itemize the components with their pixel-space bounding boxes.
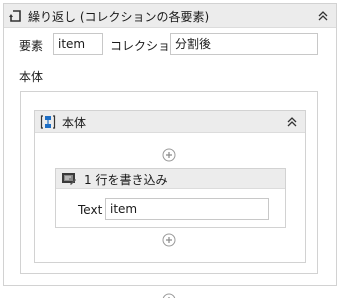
write-line-activity[interactable]: 1 行を書き込み Text item <box>55 168 286 228</box>
double-chevron-up-icon <box>318 11 328 21</box>
write-line-icon <box>61 171 77 187</box>
sequence-header[interactable]: 本体 <box>35 111 305 133</box>
write-line-header[interactable]: 1 行を書き込み <box>56 169 285 189</box>
collapse-sequence-button[interactable] <box>285 115 299 129</box>
foreach-loop-icon <box>8 8 24 24</box>
collapse-foreach-button[interactable] <box>316 9 330 23</box>
add-activity-icon[interactable] <box>162 293 176 298</box>
element-label: 要素 <box>19 39 44 53</box>
text-field[interactable]: item <box>105 198 269 220</box>
sequence-icon <box>40 114 56 130</box>
text-label: Text <box>78 203 103 217</box>
add-activity-icon[interactable] <box>162 148 176 162</box>
element-field[interactable]: item <box>53 33 103 55</box>
sequence-title: 本体 <box>62 116 87 130</box>
body-label: 本体 <box>19 70 44 84</box>
write-line-title: 1 行を書き込み <box>84 173 168 187</box>
add-activity-icon[interactable] <box>162 233 176 247</box>
foreach-header[interactable]: 繰り返し (コレクションの各要素) <box>4 4 336 28</box>
foreach-title: 繰り返し (コレクションの各要素) <box>28 10 210 24</box>
double-chevron-up-icon <box>287 117 297 127</box>
collection-field[interactable]: 分割後 <box>170 33 318 55</box>
